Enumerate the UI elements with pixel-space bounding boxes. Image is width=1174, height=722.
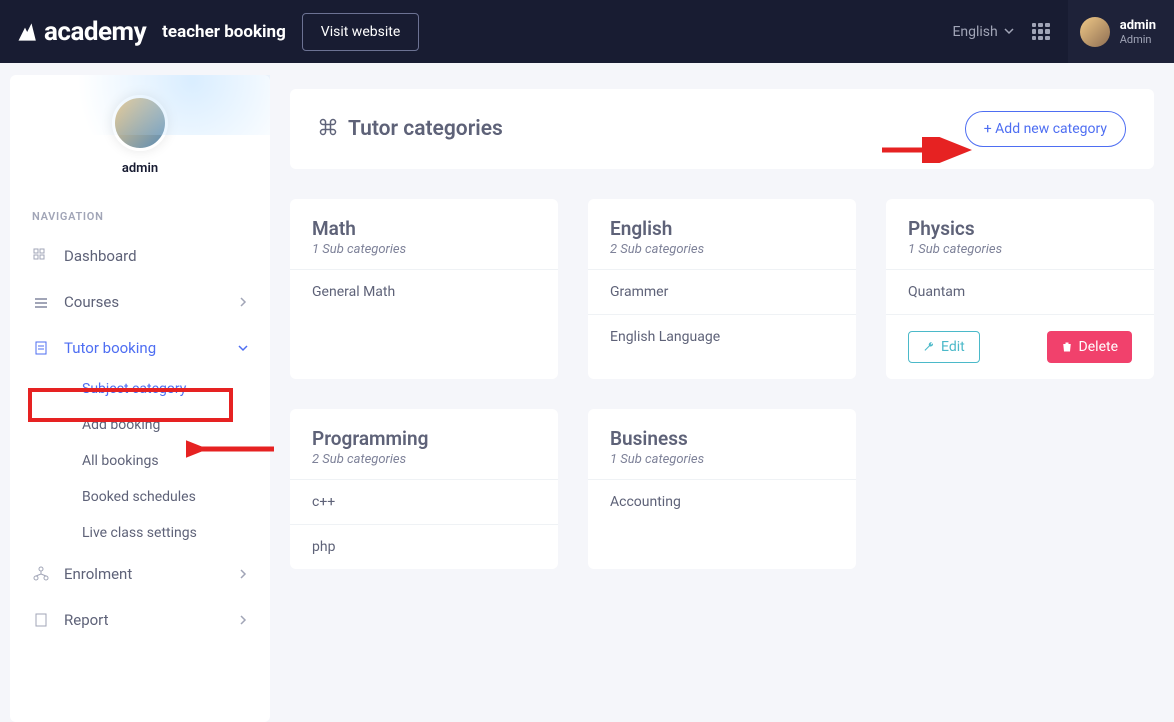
profile-name: admin <box>10 161 270 176</box>
subcategory-row[interactable]: Quantam <box>886 269 1154 314</box>
delete-button[interactable]: Delete <box>1047 331 1132 363</box>
command-icon <box>318 117 338 141</box>
card-head: Physics 1 Sub categories <box>886 199 1154 269</box>
card-head: Math 1 Sub categories <box>290 199 558 269</box>
logo-text: academy <box>44 17 146 47</box>
navbar-right: English admin Admin <box>952 0 1174 63</box>
card-title: Math <box>312 217 536 240</box>
sidebar-item-all-bookings[interactable]: All bookings <box>50 443 270 479</box>
language-label: English <box>952 24 997 40</box>
subcategory-row[interactable]: c++ <box>290 479 558 524</box>
sidebar-item-enrolment[interactable]: Enrolment <box>10 551 270 597</box>
category-card: Physics 1 Sub categories Quantam Edit Delete <box>886 199 1154 379</box>
sidebar-item-booked-schedules[interactable]: Booked schedules <box>50 479 270 515</box>
sidebar-item-subject-category[interactable]: Subject category <box>50 371 270 407</box>
card-title: English <box>610 217 834 240</box>
category-card: English 2 Sub categories GrammerEnglish La… <box>588 199 856 379</box>
card-title: Programming <box>312 427 536 450</box>
category-card: Programming 2 Sub categories c++php <box>290 409 558 569</box>
sidebar-item-courses[interactable]: Courses <box>10 279 270 325</box>
card-sub-count: 2 Sub categories <box>610 242 834 257</box>
user-menu[interactable]: admin Admin <box>1068 0 1174 63</box>
page-header: Tutor categories + Add new category <box>290 89 1154 169</box>
avatar <box>1080 17 1110 47</box>
user-role: Admin <box>1120 33 1156 46</box>
sidebar-item-label: Courses <box>64 293 119 311</box>
sidebar-item-report[interactable]: Report <box>10 597 270 643</box>
card-sub-count: 1 Sub categories <box>908 242 1132 257</box>
page-title-wrap: Tutor categories <box>318 117 503 141</box>
sidebar-item-tutor-booking[interactable]: Tutor booking <box>10 325 270 371</box>
tutor-booking-subnav: Subject category Add booking All booking… <box>10 371 270 551</box>
chevron-down-icon <box>1004 24 1014 40</box>
page-title: Tutor categories <box>348 117 503 141</box>
trash-icon <box>1061 341 1073 353</box>
card-actions: Edit Delete <box>886 314 1154 379</box>
sidebar-item-label: Tutor booking <box>64 339 156 357</box>
language-picker[interactable]: English <box>952 24 1013 40</box>
user-meta: admin Admin <box>1120 18 1156 46</box>
nav-section-label: NAVIGATION <box>10 186 270 233</box>
navbar-left: academy teacher booking Visit website <box>12 13 419 51</box>
sidebar-item-label: Report <box>64 611 109 629</box>
chevron-down-icon <box>238 339 248 357</box>
subcategory-row[interactable]: php <box>290 524 558 569</box>
subcategory-row[interactable]: Accounting <box>588 479 856 524</box>
subcategory-row[interactable]: Grammer <box>588 269 856 314</box>
sidebar-item-live-class-settings[interactable]: Live class settings <box>50 515 270 551</box>
card-sub-count: 2 Sub categories <box>312 452 536 467</box>
card-title: Physics <box>908 217 1132 240</box>
clipboard-icon <box>32 339 50 357</box>
logo-icon <box>12 19 38 45</box>
apps-grid-icon[interactable] <box>1032 23 1050 41</box>
avatar[interactable] <box>112 95 168 151</box>
sidebar-item-add-booking[interactable]: Add booking <box>50 407 270 443</box>
stack-icon <box>32 293 50 311</box>
subcategory-row[interactable]: General Math <box>290 269 558 314</box>
product-name: teacher booking <box>162 22 286 42</box>
visit-website-button[interactable]: Visit website <box>302 13 419 51</box>
card-sub-count: 1 Sub categories <box>312 242 536 257</box>
sidebar-item-label: Dashboard <box>64 247 137 265</box>
chevron-right-icon <box>238 611 248 629</box>
card-sub-count: 1 Sub categories <box>610 452 834 467</box>
chevron-right-icon <box>238 293 248 311</box>
categories-grid: Math 1 Sub categories General Math English 2… <box>290 199 1154 569</box>
sidebar-item-label: Enrolment <box>64 565 132 583</box>
category-card: Business 1 Sub categories Accounting <box>588 409 856 569</box>
grid-icon <box>32 247 50 265</box>
subcategory-row[interactable]: English Language <box>588 314 856 359</box>
edit-button[interactable]: Edit <box>908 331 980 363</box>
report-icon <box>32 611 50 629</box>
chevron-right-icon <box>238 565 248 583</box>
user-name: admin <box>1120 18 1156 33</box>
wrench-icon <box>923 341 935 353</box>
sidebar-item-dashboard[interactable]: Dashboard <box>10 233 270 279</box>
top-navbar: academy teacher booking Visit website En… <box>0 0 1174 63</box>
profile-block: admin <box>10 75 270 186</box>
card-head: Programming 2 Sub categories <box>290 409 558 479</box>
main-content: Tutor categories + Add new category Math… <box>270 63 1174 722</box>
sidebar: admin NAVIGATION Dashboard Courses Tutor… <box>10 75 270 722</box>
card-head: English 2 Sub categories <box>588 199 856 269</box>
card-title: Business <box>610 427 834 450</box>
card-head: Business 1 Sub categories <box>588 409 856 479</box>
hierarchy-icon <box>32 565 50 583</box>
category-card: Math 1 Sub categories General Math <box>290 199 558 379</box>
add-new-category-button[interactable]: + Add new category <box>965 111 1126 147</box>
logo[interactable]: academy <box>12 17 146 47</box>
